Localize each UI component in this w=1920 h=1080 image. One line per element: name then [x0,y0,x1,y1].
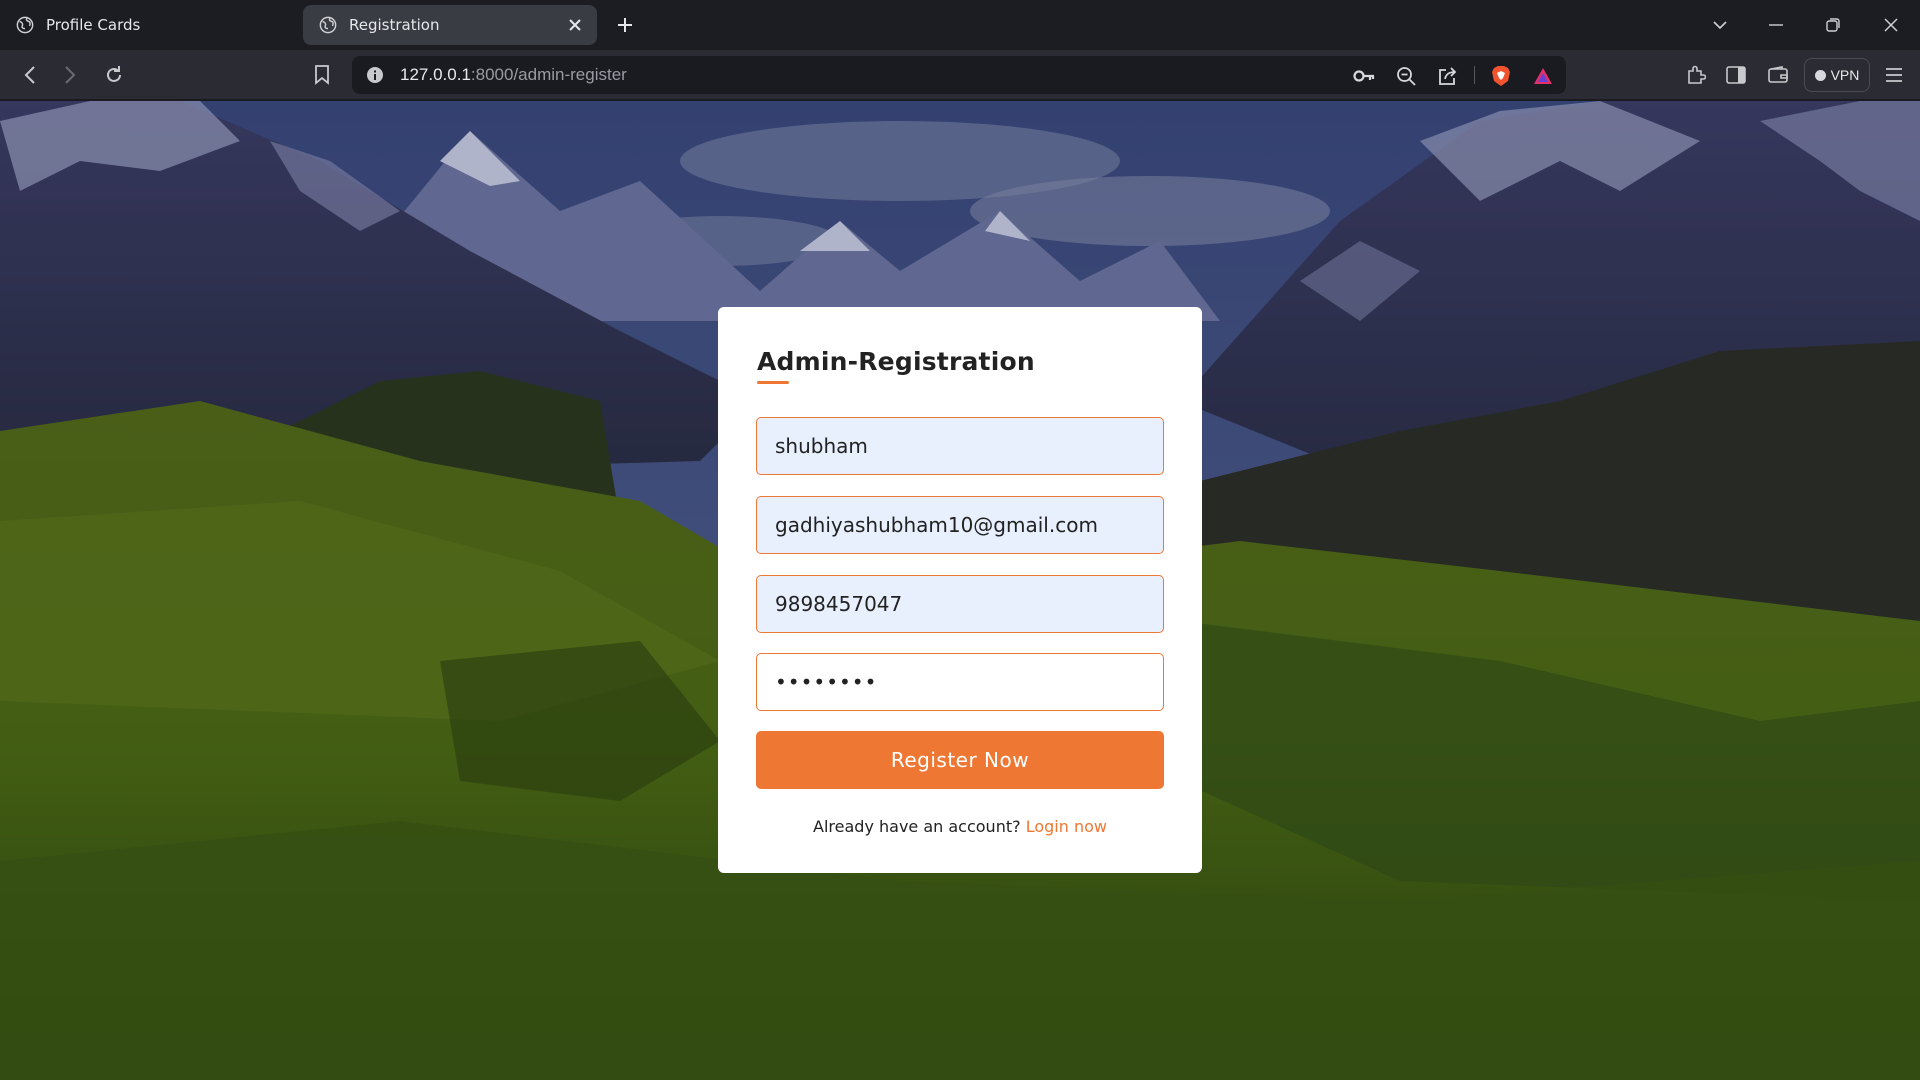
registration-card: Admin-Registration Register Now Already … [718,307,1202,873]
vpn-button[interactable]: VPN [1804,58,1870,92]
minimize-icon[interactable] [1756,10,1796,40]
vpn-label: VPN [1830,67,1860,83]
zoom-out-icon[interactable] [1395,65,1417,87]
bookmark-icon[interactable] [308,62,336,88]
login-now-link[interactable]: Login now [1026,817,1107,836]
menu-icon[interactable] [1880,62,1908,88]
email-input[interactable] [756,496,1164,554]
tab-search-chevron-icon[interactable] [1700,10,1740,40]
url-text[interactable]: 127.0.0.1:8000/admin-register [400,65,627,85]
tab-label: Profile Cards [46,16,141,34]
password-input[interactable] [756,653,1164,711]
title-underline [757,381,789,384]
brave-rewards-icon[interactable] [1532,65,1554,87]
browser-toolbar: 127.0.0.1:8000/admin-register VPN [0,50,1920,100]
back-icon[interactable] [16,62,44,88]
url-path: :8000/admin-register [470,65,627,84]
close-tab-icon[interactable] [565,15,585,35]
restore-icon[interactable] [1813,10,1853,40]
site-info-icon[interactable] [366,66,384,84]
page-viewport: Admin-Registration Register Now Already … [0,101,1920,1080]
extensions-icon[interactable] [1682,62,1710,88]
wallet-icon[interactable] [1764,62,1792,88]
close-window-icon[interactable] [1871,10,1911,40]
login-prompt-text: Already have an account? [813,817,1021,836]
share-icon[interactable] [1437,65,1459,87]
phone-input[interactable] [756,575,1164,633]
forward-icon[interactable] [56,62,84,88]
address-bar[interactable]: 127.0.0.1:8000/admin-register [352,56,1566,94]
omnibox-divider [1474,66,1475,84]
tab-strip: Profile Cards Registration [0,0,1920,50]
globe-icon [16,16,34,34]
new-tab-icon[interactable] [612,12,638,38]
tab-label: Registration [349,16,440,34]
brave-shields-icon[interactable] [1490,65,1512,87]
url-host: 127.0.0.1 [400,65,471,84]
login-prompt: Already have an account? Login now [718,817,1202,836]
sidebar-icon[interactable] [1722,62,1750,88]
name-input[interactable] [756,417,1164,475]
globe-icon [319,16,337,34]
form-title: Admin-Registration [757,347,1035,376]
reload-icon[interactable] [100,62,128,88]
register-now-button[interactable]: Register Now [756,731,1164,789]
vpn-status-icon [1814,69,1826,81]
key-icon[interactable] [1353,65,1375,87]
tab-profile-cards[interactable]: Profile Cards [0,5,290,45]
tab-registration[interactable]: Registration [303,5,597,45]
